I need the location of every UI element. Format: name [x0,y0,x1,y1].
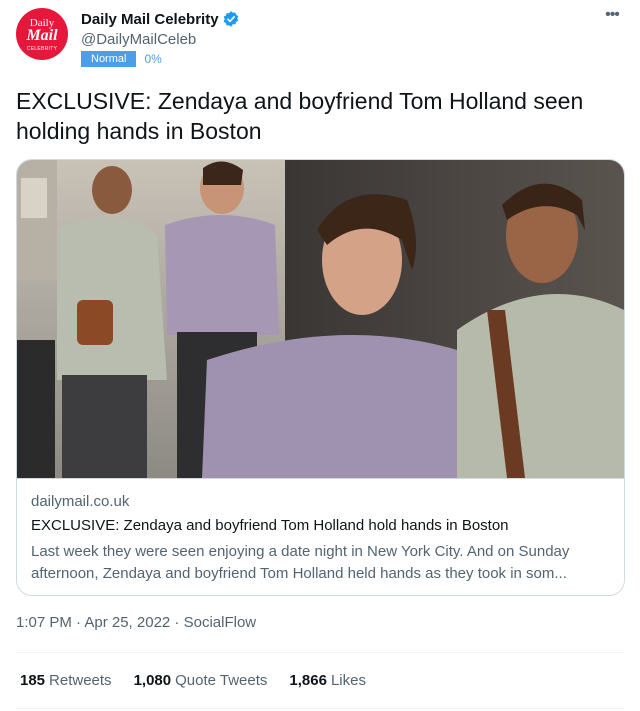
card-domain: dailymail.co.uk [31,493,130,510]
link-card[interactable]: dailymail.co.uk EXCLUSIVE: Zendaya and b… [16,159,625,596]
retweets-count: 185 [20,672,46,689]
likes-count: 1,866 [289,672,327,689]
name-row: Daily Mail Celebrity [81,10,240,28]
more-options-icon[interactable]: ••• [602,7,622,30]
avatar[interactable]: Daily Mail CELEBRITY [16,8,68,60]
display-name[interactable]: Daily Mail Celebrity [81,11,219,28]
tweet-header: Daily Mail CELEBRITY Daily Mail Celebrit… [16,7,624,68]
engagement-stats: 185 Retweets 1,080 Quote Tweets 1,866 Likes [20,672,388,689]
status-badge: Normal [81,51,137,67]
quote-tweets-stat[interactable]: 1,080 Quote Tweets [134,672,268,689]
avatar-line3: CELEBRITY [26,46,58,52]
tweet-text: EXCLUSIVE: Zendaya and boyfriend Tom Hol… [16,88,584,144]
avatar-line2: Mail [26,27,58,44]
card-title: EXCLUSIVE: Zendaya and boyfriend Tom Hol… [31,517,509,534]
retweets-stat[interactable]: 185 Retweets [20,672,112,689]
score-percent: 0% [144,52,162,66]
retweets-label: Retweets [49,672,112,689]
verified-badge-icon [222,10,240,28]
card-info[interactable]: dailymail.co.uk EXCLUSIVE: Zendaya and b… [17,478,624,595]
card-image[interactable] [17,160,624,478]
quote-tweets-count: 1,080 [133,672,172,689]
tweet-timestamp[interactable]: 1:07 PM · Apr 25, 2022 · SocialFlow [16,614,256,631]
quote-tweets-label: Quote Tweets [175,672,268,689]
likes-label: Likes [330,672,366,689]
likes-stat[interactable]: 1,866 Likes [289,672,366,689]
score-row: Normal 0% [81,51,162,67]
card-description: Last week they were seen enjoying a date… [31,543,570,582]
divider [16,708,624,709]
handle[interactable]: @DailyMailCeleb [81,31,196,48]
divider [16,652,624,653]
